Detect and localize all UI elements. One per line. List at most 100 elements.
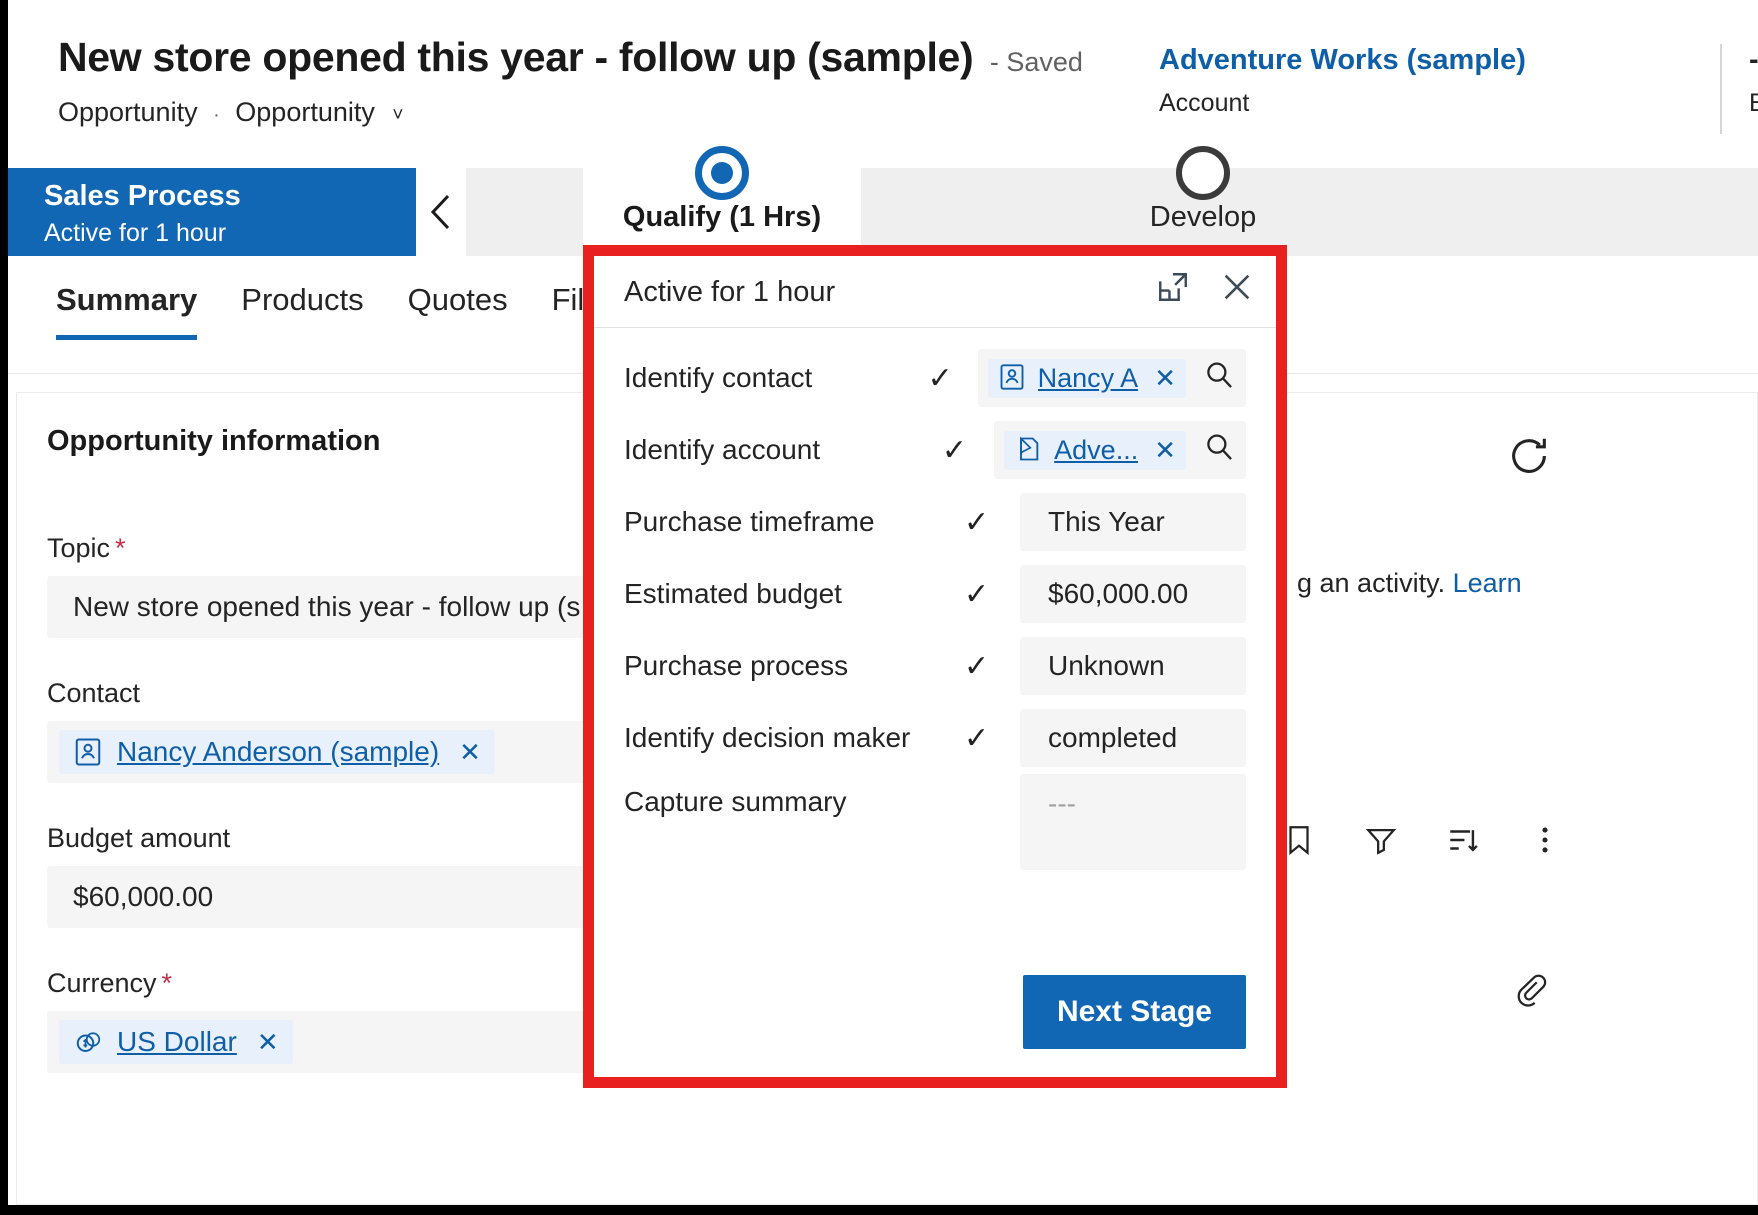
process-collapse-button[interactable] [416,168,466,256]
save-status: - Saved [989,47,1083,77]
flyout-step-list: Identify contact ✓ Nancy A ✕ Identify ac… [594,342,1276,884]
bookmark-icon[interactable] [1282,823,1316,862]
account-link[interactable]: Adventure Works (sample) [1159,44,1526,77]
stage-label: Develop [1149,201,1257,233]
est-value: --- [1749,44,1758,76]
required-indicator: * [161,968,173,998]
filter-icon[interactable] [1364,823,1398,862]
purchase-timeframe-select[interactable]: This Year [1020,493,1246,551]
open-in-new-window-icon[interactable] [1156,270,1190,304]
tab-label: Fil [551,282,585,317]
remove-account-icon[interactable]: ✕ [1154,435,1176,466]
identify-account-lookup[interactable]: Adve... ✕ [994,421,1246,479]
contact-lookup[interactable]: Nancy Anderson (sample) ✕ [47,721,647,783]
purchase-process-value: Unknown [1048,650,1165,681]
field-contact: Contact Nancy Anderson (sample) ✕ [47,678,647,783]
section-title: Opportunity information [47,425,381,457]
chevron-left-icon [428,192,454,232]
chevron-down-icon[interactable]: ˅ [392,105,403,126]
lookup-chip[interactable]: Adve... ✕ [1004,430,1186,470]
currency-icon [73,1027,103,1057]
crm-record-page: New store opened this year - follow up (… [8,0,1758,1205]
purchase-process-select[interactable]: Unknown [1020,637,1246,695]
capture-summary-textarea[interactable]: --- [1020,774,1246,870]
tab-products[interactable]: Products [219,282,385,318]
tab-label: Quotes [407,282,508,317]
sort-icon[interactable] [1446,823,1480,862]
step-checkmark-icon: ✓ [964,721,990,755]
purchase-timeframe-value: This Year [1048,506,1165,537]
field-budget-amount: Budget amount $60,000.00 [47,823,647,928]
stage-label: Qualify (1 Hrs) [622,201,822,233]
attachment-icon[interactable] [1512,971,1548,1012]
timeline-learn-link[interactable]: Learn [1453,568,1522,598]
flyout-step-identify-contact: Identify contact ✓ Nancy A ✕ [594,342,1276,414]
flyout-step-identify-account: Identify account ✓ Adve... ✕ [594,414,1276,486]
step-label: Purchase timeframe [624,506,875,537]
remove-contact-icon[interactable]: ✕ [1154,363,1176,394]
capture-summary-value: --- [1048,788,1076,819]
breadcrumb-entity[interactable]: Opportunity [58,97,198,127]
step-label: Capture summary [624,786,847,817]
stage-active-dot-icon [695,146,749,200]
field-label: Contact [47,678,141,708]
identify-decision-maker-input[interactable]: completed [1020,709,1246,767]
estimated-budget-input[interactable]: $60,000.00 [1020,565,1246,623]
process-stage-qualify[interactable]: Qualify (1 Hrs) [583,146,861,256]
stage-upcoming-dot-icon [1176,146,1230,200]
flyout-step-estimated-budget: Estimated budget ✓ $60,000.00 [594,558,1276,630]
currency-lookup[interactable]: US Dollar ✕ [47,1011,647,1073]
page-title: New store opened this year - follow up (… [58,34,974,80]
lookup-chip[interactable]: Nancy Anderson (sample) ✕ [59,730,495,774]
field-currency: Currency * US Dollar ✕ [47,968,647,1073]
contact-link[interactable]: Nancy A [1038,363,1139,394]
breadcrumb-separator: · [213,104,220,126]
tab-label: Products [241,282,364,317]
contact-link[interactable]: Nancy Anderson (sample) [117,736,439,768]
field-label-text: Topic [47,533,111,563]
step-checkmark-icon: ✓ [941,433,967,467]
step-checkmark-icon: ✓ [964,577,990,611]
stage-flyout-dialog: Active for 1 hour Identify contact ✓ Nan… [594,256,1276,1077]
identify-decision-maker-value: completed [1048,722,1178,753]
more-options-icon[interactable] [1528,823,1562,862]
timeline-hint: g an activity. Learn [1297,568,1522,599]
search-icon[interactable] [1202,358,1236,399]
tab-active-underline [56,335,198,340]
process-active-duration: Active for 1 hour [44,219,227,247]
contact-icon [998,363,1028,393]
tab-summary[interactable]: Summary [56,282,219,340]
step-checkmark-icon: ✓ [964,505,990,539]
search-icon[interactable] [1202,430,1236,471]
step-label: Identify account [624,434,821,465]
lookup-chip[interactable]: Nancy A ✕ [987,358,1186,398]
account-link[interactable]: Adve... [1054,435,1138,466]
flyout-step-identify-decision-maker: Identify decision maker ✓ completed [594,702,1276,774]
close-icon[interactable] [1220,270,1254,304]
remove-contact-icon[interactable]: ✕ [459,737,481,768]
topic-input-value: New store opened this year - follow up (… [73,591,581,622]
identify-contact-lookup[interactable]: Nancy A ✕ [977,349,1246,407]
step-label: Estimated budget [624,578,842,609]
required-indicator: * [115,533,126,563]
tab-label: Summary [56,282,198,317]
process-stage-develop[interactable]: Develop [1008,146,1398,256]
currency-link[interactable]: US Dollar [117,1026,237,1058]
step-label: Identify contact [624,362,813,393]
lookup-chip[interactable]: US Dollar ✕ [59,1020,293,1064]
header-divider [1720,44,1722,134]
tab-quotes[interactable]: Quotes [386,282,530,318]
header-account-field: Adventure Works (sample) Account [1159,44,1526,118]
breadcrumb-form[interactable]: Opportunity [235,97,375,127]
remove-currency-icon[interactable]: ✕ [257,1027,279,1058]
business-process-bar: Sales Process Active for 1 hour Qualify … [8,146,1758,256]
field-label: Budget amount [47,823,231,853]
flyout-header: Active for 1 hour [594,256,1276,328]
refresh-icon[interactable] [1506,433,1552,484]
next-stage-button[interactable]: Next Stage [1022,975,1246,1049]
topic-input[interactable]: New store opened this year - follow up (… [47,576,647,638]
process-name-block[interactable]: Sales Process Active for 1 hour [8,168,416,256]
field-label: Currency * [47,968,647,999]
flyout-step-purchase-timeframe: Purchase timeframe ✓ This Year [594,486,1276,558]
budget-amount-input[interactable]: $60,000.00 [47,866,647,928]
